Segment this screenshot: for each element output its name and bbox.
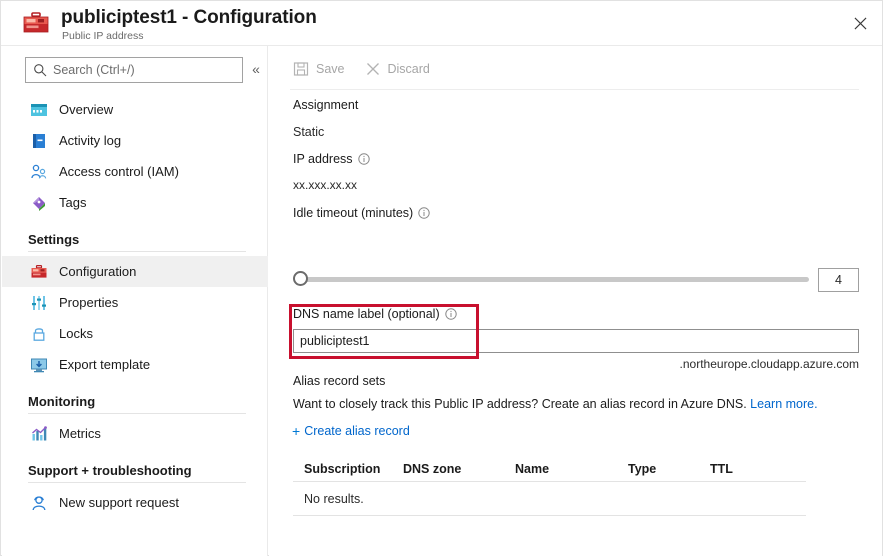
page-title: publiciptest1 - Configuration [61, 7, 317, 29]
idle-timeout-value[interactable]: 4 [818, 268, 859, 292]
create-alias-record-link[interactable]: + Create alias record [292, 424, 410, 438]
alias-records-table: Subscription DNS zone Name Type TTL No r… [293, 457, 806, 516]
dns-suffix-text: .northeurope.cloudapp.azure.com [293, 357, 859, 371]
sidebar-item-label: Export template [59, 357, 150, 372]
idle-timeout-slider[interactable] [293, 271, 811, 289]
command-bar-divider [290, 89, 859, 90]
discard-button[interactable]: Discard [363, 55, 440, 83]
sidebar-group-support: Support + troubleshooting [2, 449, 268, 482]
sidebar-item-export-template[interactable]: Export template [2, 349, 268, 380]
empty-message: No results. [293, 492, 403, 506]
activity-log-icon [30, 132, 48, 150]
assignment-value: Static [293, 125, 324, 139]
access-control-icon [30, 163, 48, 181]
column-header-type[interactable]: Type [628, 462, 710, 476]
metrics-icon [30, 425, 48, 443]
blade-sidebar: « Overview [2, 46, 268, 556]
dns-name-label-text: DNS name label (optional) [293, 307, 440, 321]
page-subtitle: Public IP address [62, 30, 144, 42]
collapse-chevron-icon[interactable]: « [248, 60, 264, 78]
info-icon[interactable] [445, 308, 457, 320]
sidebar-item-metrics[interactable]: Metrics [2, 418, 268, 449]
configuration-icon [30, 263, 48, 281]
sidebar-item-access-control[interactable]: Access control (IAM) [2, 156, 268, 187]
alias-record-sets-description: Want to closely track this Public IP add… [293, 397, 818, 411]
sidebar-item-label: Overview [59, 102, 113, 117]
column-header-subscription[interactable]: Subscription [293, 462, 403, 476]
sidebar-item-locks[interactable]: Locks [2, 318, 268, 349]
sidebar-item-new-support-request[interactable]: New support request [2, 487, 268, 518]
save-disk-icon [293, 61, 309, 77]
search-box[interactable] [25, 57, 243, 83]
command-bar: Save Discard [269, 53, 448, 85]
sidebar-item-properties[interactable]: Properties [2, 287, 268, 318]
sidebar-item-label: Activity log [59, 133, 121, 148]
sidebar-item-label: Metrics [59, 426, 101, 441]
divider [28, 251, 246, 252]
column-header-name[interactable]: Name [515, 462, 628, 476]
ip-address-value: xx.xxx.xx.xx [293, 178, 357, 192]
discard-label: Discard [388, 62, 430, 76]
column-header-ttl[interactable]: TTL [710, 462, 770, 476]
slider-track[interactable] [301, 277, 809, 282]
briefcase-icon [23, 11, 49, 35]
search-icon [33, 63, 47, 77]
save-button[interactable]: Save [291, 55, 355, 83]
portal-blade: publiciptest1 - Configuration Public IP … [0, 0, 883, 556]
lock-icon [30, 325, 48, 343]
sidebar-group-settings: Settings [2, 218, 268, 251]
table-header-row: Subscription DNS zone Name Type TTL [293, 457, 806, 482]
tags-icon [30, 194, 48, 212]
alias-description-text: Want to closely track this Public IP add… [293, 397, 747, 411]
ip-address-label-text: IP address [293, 152, 353, 166]
idle-timeout-label: Idle timeout (minutes) [293, 206, 430, 220]
idle-timeout-label-text: Idle timeout (minutes) [293, 206, 413, 220]
properties-icon [30, 294, 48, 312]
table-empty-row: No results. [293, 482, 806, 516]
search-input[interactable] [53, 63, 233, 77]
column-header-dns-zone[interactable]: DNS zone [403, 462, 515, 476]
ip-address-label: IP address [293, 152, 370, 166]
sidebar-item-label: Locks [59, 326, 93, 341]
sidebar-search-row: « [2, 57, 268, 89]
dns-name-label-label: DNS name label (optional) [293, 307, 457, 321]
blade-titlebar: publiciptest1 - Configuration Public IP … [1, 1, 882, 46]
slider-thumb[interactable] [293, 271, 308, 286]
export-template-icon [30, 356, 48, 374]
sidebar-group-monitoring: Monitoring [2, 380, 268, 413]
learn-more-link[interactable]: Learn more. [750, 397, 817, 411]
sidebar-item-label: Configuration [59, 264, 136, 279]
sidebar-item-activity-log[interactable]: Activity log [2, 125, 268, 156]
sidebar-item-configuration[interactable]: Configuration [2, 256, 268, 287]
overview-icon [30, 101, 48, 119]
sidebar-nav: Overview Activity log [2, 94, 268, 518]
support-request-icon [30, 494, 48, 512]
sidebar-item-label: New support request [59, 495, 179, 510]
alias-record-sets-title: Alias record sets [293, 374, 385, 388]
dns-name-label-input[interactable] [293, 329, 859, 353]
close-x-icon [365, 61, 381, 77]
sidebar-item-label: Tags [59, 195, 86, 210]
sidebar-item-label: Properties [59, 295, 118, 310]
divider [28, 482, 246, 483]
sidebar-item-label: Access control (IAM) [59, 164, 179, 179]
divider [28, 413, 246, 414]
info-icon[interactable] [358, 153, 370, 165]
plus-icon: + [292, 424, 300, 438]
save-label: Save [316, 62, 345, 76]
sidebar-item-overview[interactable]: Overview [2, 94, 268, 125]
info-icon[interactable] [418, 207, 430, 219]
assignment-label: Assignment [293, 98, 358, 112]
blade-content: Save Discard Assignment Static IP addres… [269, 46, 882, 556]
sidebar-item-tags[interactable]: Tags [2, 187, 268, 218]
create-alias-record-label: Create alias record [304, 424, 410, 438]
close-icon[interactable] [839, 1, 881, 45]
